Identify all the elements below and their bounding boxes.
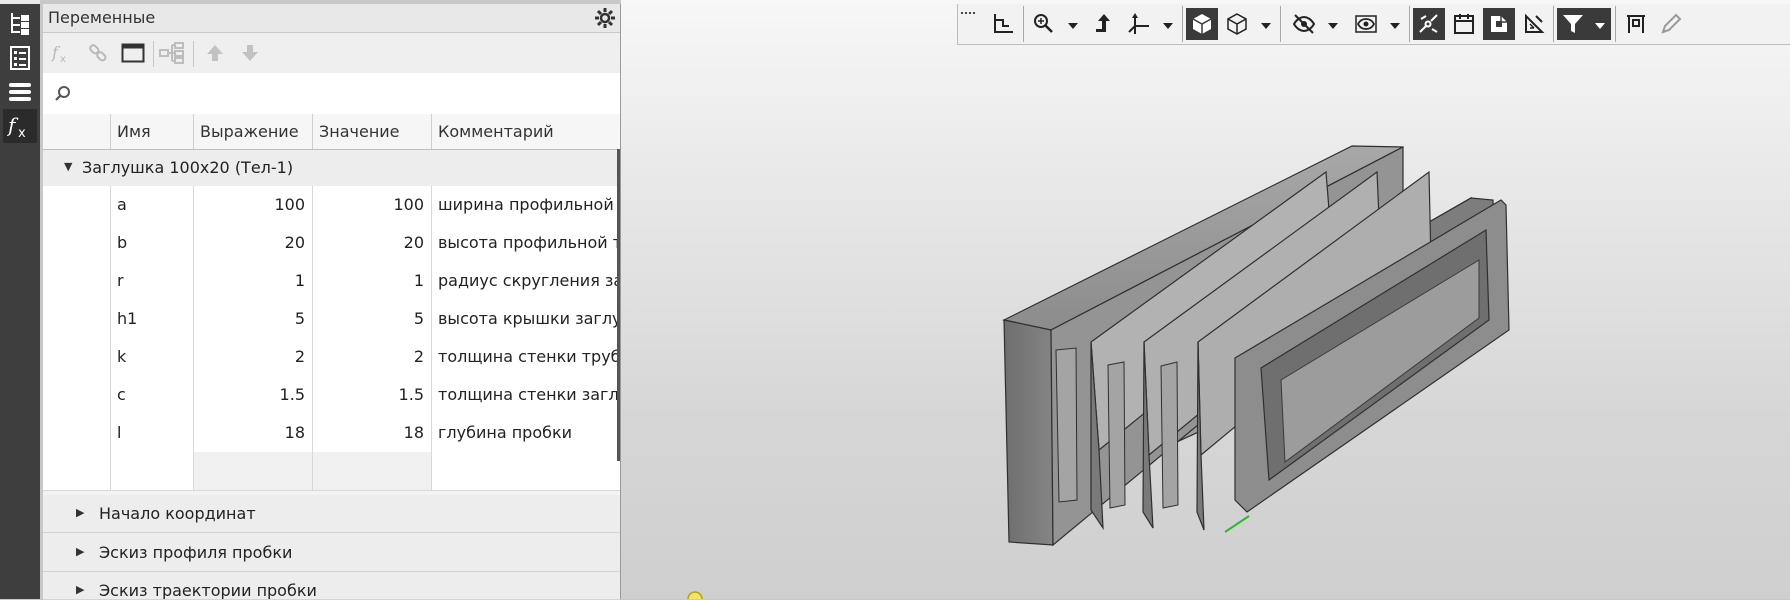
strip-top-line [0, 0, 40, 4]
panel-toolbar: fx [43, 33, 620, 73]
column-header-value[interactable]: Значение [312, 114, 431, 149]
variable-comment[interactable]: высота профильной т [431, 224, 620, 262]
link-button[interactable] [83, 39, 113, 67]
search-input[interactable] [77, 81, 601, 107]
table-scrollbar[interactable] [617, 149, 620, 461]
new-variable-comment[interactable] [431, 452, 620, 490]
fx-icon: fx [51, 42, 73, 64]
arrow-down-icon [240, 43, 260, 63]
variable-comment[interactable]: высота крышки заглу [431, 300, 620, 338]
variable-name[interactable]: r [110, 262, 193, 300]
toolbar-separator [193, 41, 194, 67]
expand-arrow-icon[interactable]: ▶ [76, 583, 84, 596]
column-header-name[interactable]: Имя [110, 114, 193, 149]
sub-group-row[interactable]: ▶ Начало координат [43, 495, 620, 533]
table-row[interactable]: k 2 2 толщина стенки трубы [43, 338, 620, 377]
variable-value: 5 [312, 300, 431, 338]
variable-comment[interactable]: толщина стенки заглу [431, 376, 620, 414]
variables-button[interactable]: fx [3, 109, 37, 143]
search-icon [55, 86, 70, 101]
model-tree-icon [8, 11, 32, 37]
model-tree-button[interactable] [3, 7, 37, 41]
variable-expression[interactable]: 20 [193, 224, 312, 262]
search-bar [43, 73, 620, 115]
variable-expression[interactable]: 100 [193, 186, 312, 224]
variable-expression[interactable]: 5 [193, 300, 312, 338]
move-down-button[interactable] [235, 39, 265, 67]
link-icon [87, 42, 109, 64]
new-variable-value [312, 452, 431, 490]
table-row[interactable]: r 1 1 радиус скругления за [43, 262, 620, 301]
variable-expression[interactable]: 1 [193, 262, 312, 300]
table-header: Имя Выражение Значение Комментарий [43, 114, 620, 150]
expand-arrow-icon[interactable]: ▶ [76, 545, 84, 558]
variables-panel: Переменные fx Имя Выражение Значение Ком… [43, 4, 621, 600]
variable-comment[interactable]: ширина профильной [431, 186, 620, 224]
panel-title-bar: Переменные [43, 4, 620, 33]
variable-name[interactable]: l [110, 414, 193, 452]
variable-value: 2 [312, 338, 431, 376]
variable-value: 18 [312, 414, 431, 452]
layers-icon [7, 80, 33, 104]
properties-button[interactable] [3, 41, 37, 75]
window-icon [121, 42, 145, 64]
variable-expression[interactable]: 1.5 [193, 376, 312, 414]
window-button[interactable] [118, 39, 148, 67]
move-up-button[interactable] [200, 39, 230, 67]
variable-comment[interactable]: радиус скругления за [431, 262, 620, 300]
variables-fx-icon: fx [7, 112, 33, 140]
new-variable-expression[interactable] [193, 452, 312, 490]
sub-group-row[interactable]: ▶ Эскиз профиля пробки [43, 533, 620, 572]
gear-icon[interactable] [594, 7, 616, 29]
variable-name[interactable]: b [110, 224, 193, 262]
tree-structure-icon [159, 42, 185, 64]
table-row[interactable]: a 100 100 ширина профильной [43, 186, 620, 225]
insert-function-button[interactable]: fx [47, 39, 77, 67]
table-row[interactable]: c 1.5 1.5 толщина стенки заглу [43, 376, 620, 415]
3d-viewport[interactable] [621, 0, 1790, 599]
variable-value: 100 [312, 186, 431, 224]
column-header-expression[interactable]: Выражение [193, 114, 312, 149]
sub-group-label: Эскиз траектории пробки [99, 581, 317, 600]
svg-text:x: x [18, 126, 26, 140]
svg-text:x: x [60, 54, 66, 64]
table-row[interactable]: h1 5 5 высота крышки заглу [43, 300, 620, 339]
variable-group-row[interactable]: ▼ Заглушка 100х20 (Тел-1) [43, 150, 620, 187]
group-label: Заглушка 100х20 (Тел-1) [82, 158, 294, 177]
new-variable-row[interactable] [43, 452, 620, 491]
column-header-comment[interactable]: Комментарий [431, 114, 620, 149]
variable-value: 1.5 [312, 376, 431, 414]
variable-comment[interactable]: толщина стенки трубы [431, 338, 620, 376]
new-variable-name[interactable] [110, 452, 193, 490]
variable-comment[interactable]: глубина пробки [431, 414, 620, 452]
model-body [1002, 145, 1510, 547]
sub-group-label: Начало координат [99, 504, 256, 523]
3d-model-plug[interactable] [621, 0, 1790, 599]
table-row[interactable]: l 18 18 глубина пробки [43, 414, 620, 453]
table-row[interactable]: b 20 20 высота профильной т [43, 224, 620, 263]
properties-icon [8, 45, 32, 71]
variable-value: 20 [312, 224, 431, 262]
expand-arrow-icon[interactable]: ▶ [76, 506, 84, 519]
origin-axis-indicator [1224, 515, 1250, 533]
variable-expression[interactable]: 18 [193, 414, 312, 452]
variable-value: 1 [312, 262, 431, 300]
variable-name[interactable]: h1 [110, 300, 193, 338]
coordinate-origin-marker [687, 591, 703, 599]
sub-group-row[interactable]: ▶ Эскиз траектории пробки [43, 572, 620, 600]
left-panel-strip: fx [0, 0, 40, 599]
arrow-up-icon [205, 43, 225, 63]
variable-name[interactable]: a [110, 186, 193, 224]
layers-button[interactable] [3, 75, 37, 109]
tree-structure-button[interactable] [157, 39, 187, 67]
variable-expression[interactable]: 2 [193, 338, 312, 376]
variable-name[interactable]: c [110, 376, 193, 414]
toolbar-separator [153, 41, 154, 67]
panel-title: Переменные [48, 8, 156, 27]
collapse-arrow-icon[interactable]: ▼ [64, 160, 72, 173]
variable-name[interactable]: k [110, 338, 193, 376]
sub-group-label: Эскиз профиля пробки [99, 543, 293, 562]
